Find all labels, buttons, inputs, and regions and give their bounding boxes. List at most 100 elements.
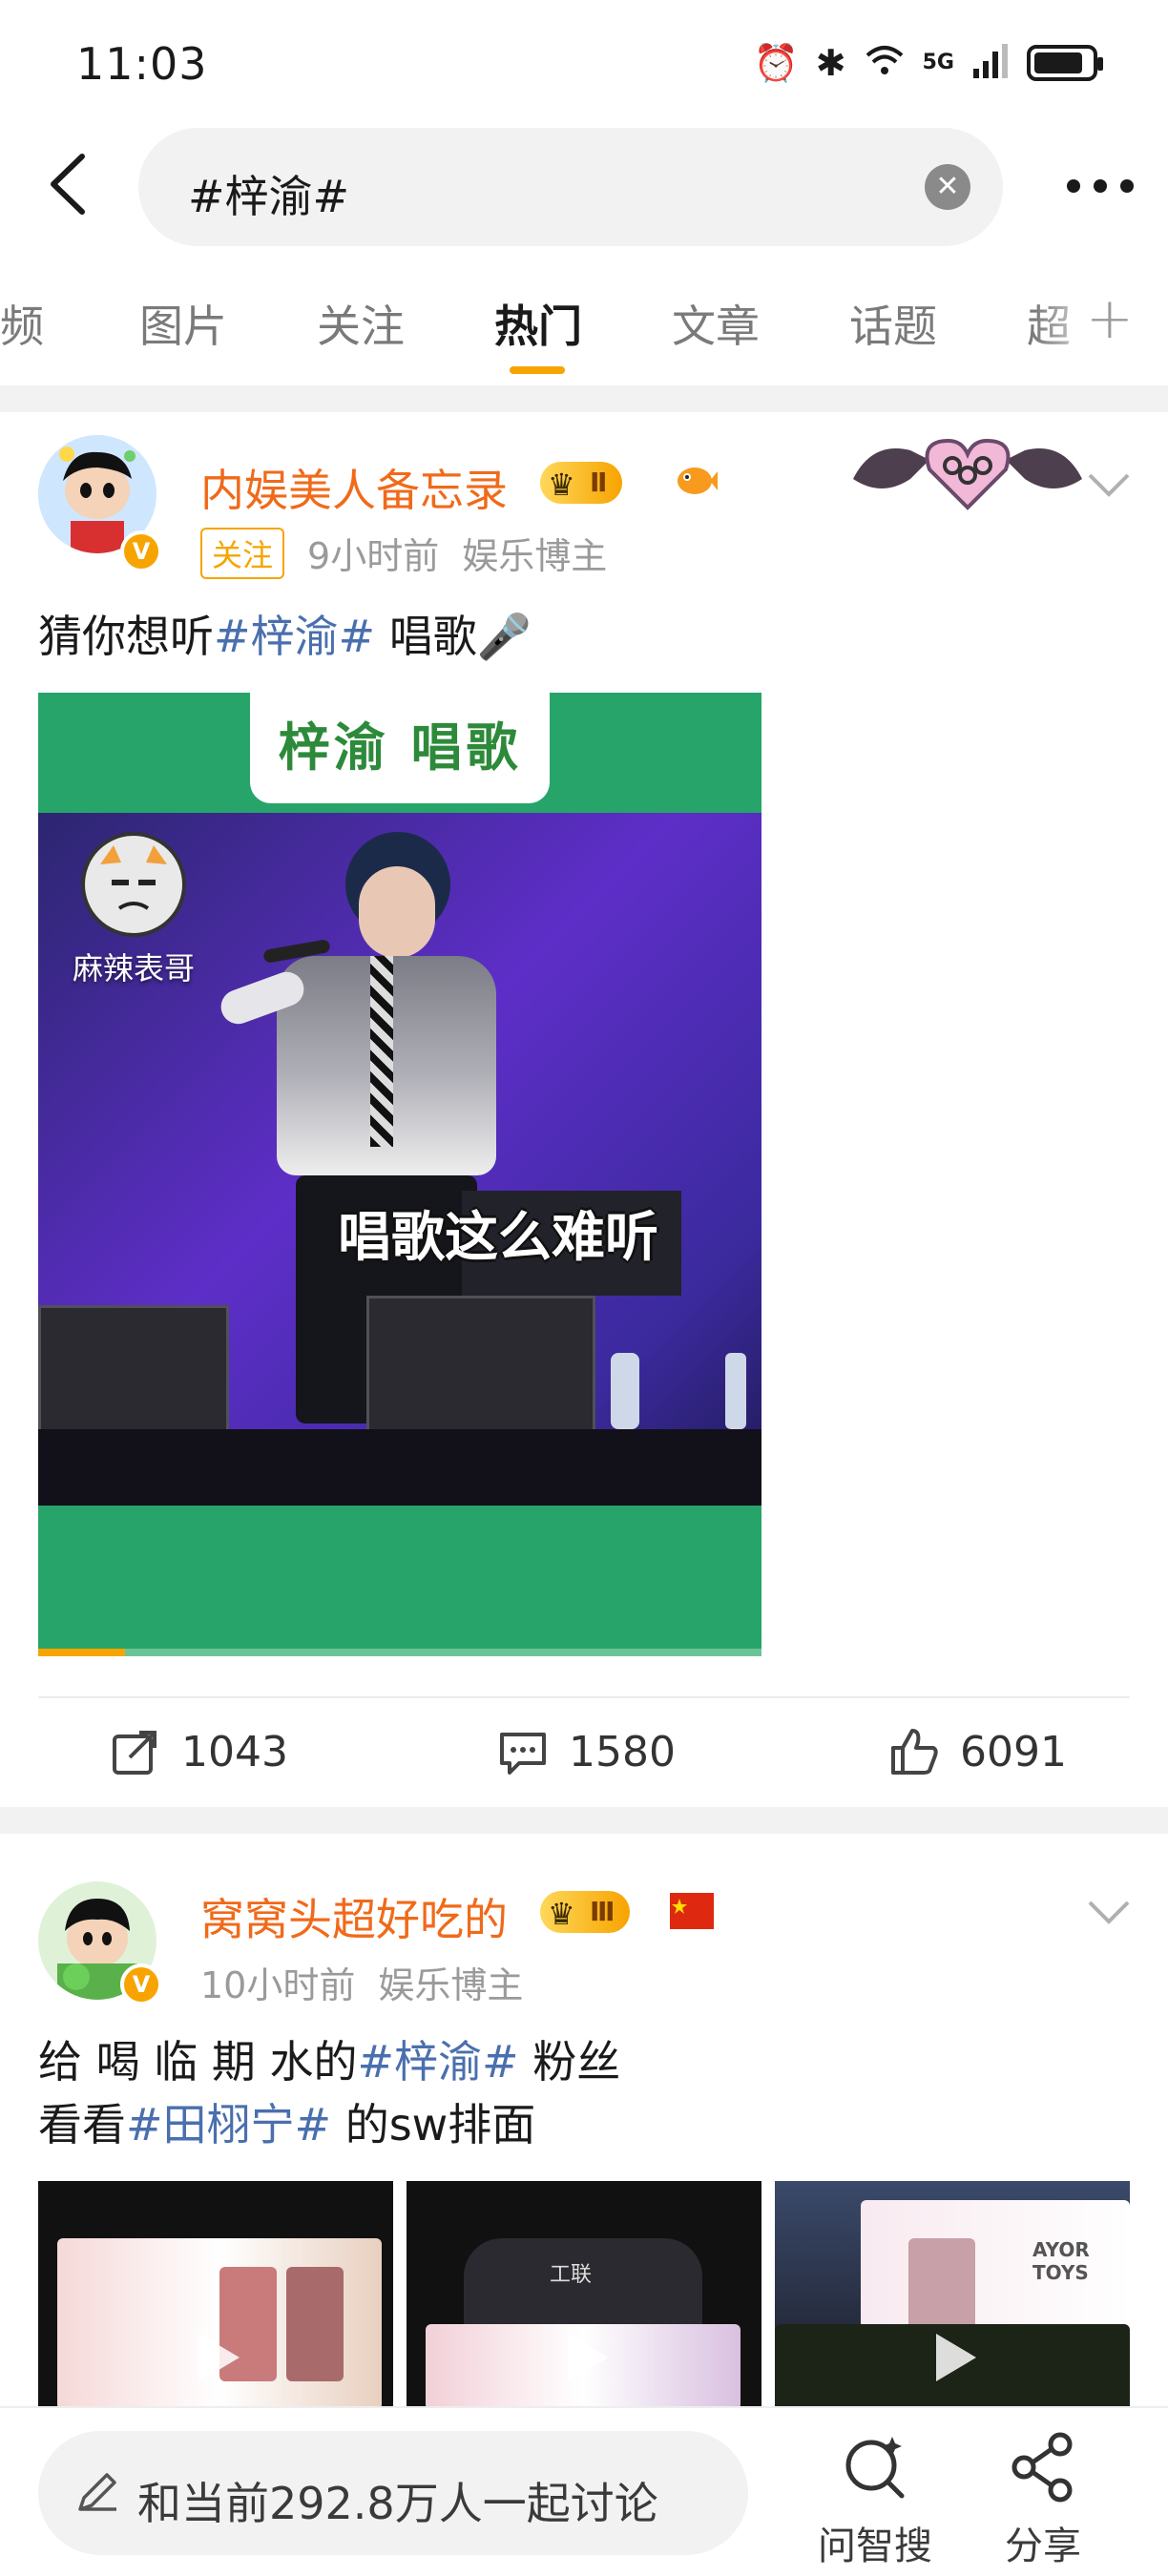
tab-video[interactable]: 视频 [0, 292, 44, 355]
search-query: #梓渝# [188, 171, 350, 222]
level-text: Ⅲ [590, 1896, 615, 1927]
video-progress-fill [38, 1649, 125, 1656]
share-label: 分享 [1005, 2524, 1081, 2568]
play-icon [568, 2334, 608, 2381]
post-text-plain: 的sw排面 [331, 2099, 536, 2150]
level-badge: ♛ Ⅱ [540, 462, 623, 504]
section-divider [0, 1807, 1168, 1834]
chevron-down-icon[interactable] [1082, 458, 1136, 511]
post-text-plain: 给 喝 临 期 水的 [38, 2036, 358, 2088]
performer-tie [370, 956, 393, 1147]
add-tab-button[interactable]: + [1086, 290, 1134, 347]
video-thumbnail[interactable] [38, 2181, 393, 2410]
crown-icon: ♛ [548, 467, 575, 503]
status-bar: 11:03 ⏰ ✱ 5G [0, 0, 1168, 134]
network-type: 5G [922, 51, 954, 74]
play-icon [199, 2334, 240, 2381]
comment-button[interactable]: 1580 [496, 1725, 676, 1778]
post-text-plain: 粉丝 [518, 2036, 621, 2088]
post-text-plain: 看看 [38, 2099, 126, 2150]
like-button[interactable]: 6091 [887, 1725, 1067, 1778]
repost-count: 1043 [181, 1727, 288, 1776]
video-title-box: 梓渝 唱歌 [250, 693, 550, 803]
discuss-input[interactable]: 和当前292.8万人一起讨论 [38, 2431, 748, 2555]
repost-button[interactable]: 1043 [109, 1725, 288, 1778]
verified-badge-icon: V [120, 1963, 162, 2005]
comment-count: 1580 [569, 1727, 676, 1776]
tab-articles[interactable]: 文章 [672, 292, 760, 355]
dot-icon [1094, 179, 1107, 193]
watermark: 麻辣表哥 [57, 832, 210, 988]
thumbs-up-icon [891, 1729, 938, 1775]
more-options-button[interactable] [1067, 172, 1134, 200]
share-button[interactable]: 分享 [971, 2429, 1115, 2570]
performer-face [359, 866, 435, 958]
author-role: 娱乐博主 [378, 1964, 524, 2006]
wifi-icon [864, 42, 906, 84]
like-count: 6091 [960, 1727, 1067, 1776]
search-input[interactable]: #梓渝# ✕ [138, 128, 1003, 246]
status-time: 11:03 [76, 38, 208, 90]
pencil-icon [78, 2473, 116, 2511]
watermark-label: 麻辣表哥 [72, 950, 195, 987]
dot-icon [1120, 179, 1134, 193]
fish-icon [674, 458, 718, 502]
verified-badge-icon: V [120, 530, 162, 572]
author-name[interactable]: 窝窝头超好吃的 [200, 1885, 508, 1948]
back-arrow-icon [51, 154, 85, 215]
signal-icon [971, 42, 1010, 84]
video-frame: 麻辣表哥 唱歌这么难听 [38, 813, 761, 1506]
level-badge: ♛ Ⅲ [540, 1891, 631, 1933]
comment-icon [500, 1733, 546, 1775]
water-bottle [725, 1353, 746, 1429]
video-thumbnail[interactable]: 工联 [407, 2181, 761, 2410]
stage-speaker [38, 1305, 229, 1439]
post-text-plain: 唱歌🎤 [375, 611, 532, 662]
tab-following[interactable]: 关注 [317, 292, 405, 355]
topic-link[interactable]: #梓渝# [358, 2036, 519, 2088]
back-button[interactable] [38, 151, 95, 218]
stage-floor [38, 1429, 761, 1506]
video-progress[interactable] [38, 1649, 761, 1656]
share-icon [1012, 2432, 1073, 2503]
video-subtitle: 唱歌这么难听 [338, 1207, 658, 1269]
bottom-bar: 和当前292.8万人一起讨论 问智搜 分享 [0, 2406, 1168, 2576]
follow-button[interactable]: 关注 [200, 527, 285, 579]
china-flag-icon [670, 1893, 714, 1929]
video-thumbnail[interactable]: AYOR TOYS [775, 2181, 1130, 2410]
post-time: 10小时前 [200, 1964, 356, 2006]
decoration-sticker [844, 412, 1092, 517]
topic-link[interactable]: #梓渝# [214, 611, 375, 662]
active-tab-indicator [510, 366, 565, 374]
video-player[interactable]: 梓渝 唱歌 麻辣表哥 唱歌这么难听 [38, 693, 761, 1656]
building-sign: 工联 [550, 2263, 593, 2287]
bluetooth-icon: ✱ [815, 42, 846, 84]
ai-search-button[interactable]: 问智搜 [803, 2429, 947, 2570]
stage-speaker [366, 1296, 595, 1439]
repost-icon [113, 1731, 156, 1775]
tab-images[interactable]: 图片 [139, 292, 227, 355]
level-text: Ⅱ [590, 467, 608, 498]
section-divider [0, 385, 1168, 412]
water-bottle [611, 1353, 639, 1429]
ai-search-label: 问智搜 [818, 2524, 932, 2568]
discuss-placeholder: 和当前292.8万人一起讨论 [137, 2478, 658, 2529]
topic-link[interactable]: #田栩宁# [126, 2099, 331, 2150]
dot-icon [1067, 179, 1080, 193]
watermark-avatar [81, 832, 186, 937]
post-text: 给 喝 临 期 水的#梓渝# 粉丝 看看#田栩宁# 的sw排面 [38, 2030, 620, 2156]
billboard-text: AYOR TOYS [1032, 2238, 1090, 2284]
post-meta: 关注 9小时前 娱乐博主 [200, 527, 607, 579]
author-name[interactable]: 内娱美人备忘录 [200, 456, 508, 519]
post-time: 9小时前 [307, 535, 440, 577]
chevron-down-icon[interactable] [1082, 1885, 1136, 1939]
video-title: 梓渝 唱歌 [278, 717, 522, 778]
battery-icon [1027, 45, 1103, 81]
status-icons: ⏰ ✱ 5G [753, 42, 1103, 84]
divider [38, 1696, 1130, 1698]
tab-hot[interactable]: 热门 [494, 292, 582, 355]
clear-search-button[interactable]: ✕ [925, 164, 970, 210]
tab-topics[interactable]: 话题 [849, 292, 937, 355]
author-role: 娱乐博主 [462, 535, 608, 577]
post-text: 猜你想听#梓渝# 唱歌🎤 [38, 605, 532, 668]
